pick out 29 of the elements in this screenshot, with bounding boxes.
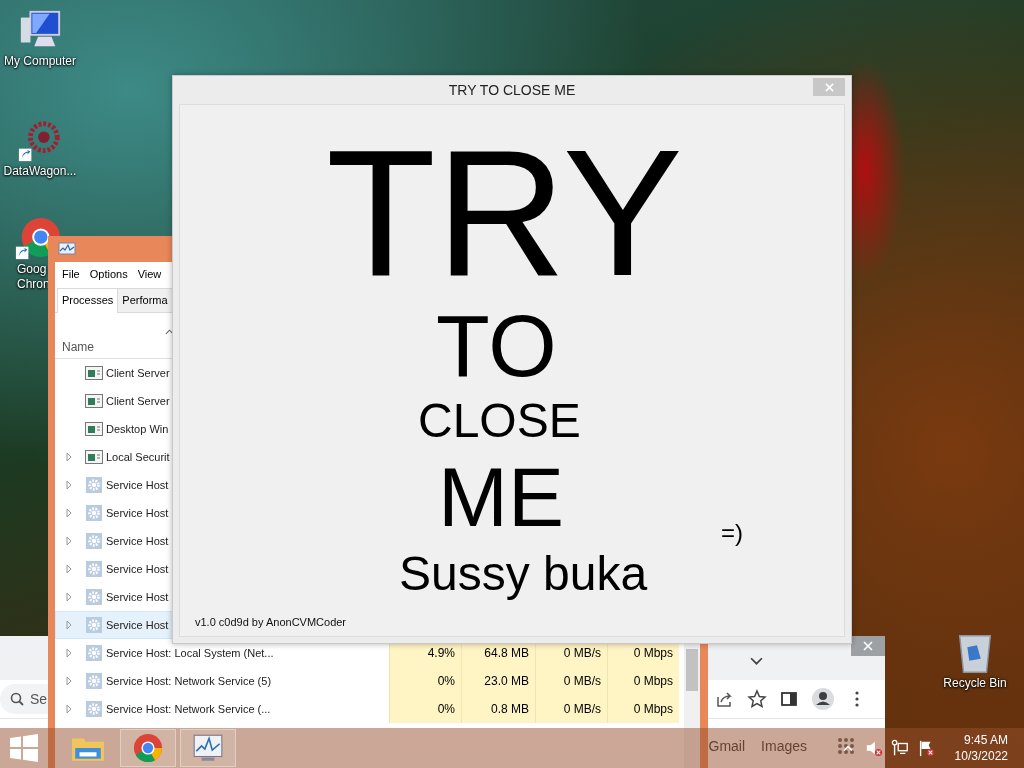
process-name: Service Host <box>106 563 169 575</box>
dialog-label: Sussy buka <box>399 550 648 598</box>
process-name: Client Server <box>106 395 170 407</box>
process-name: Service Host: Network Service (... <box>106 703 271 715</box>
version-label: v1.0 c0d9d by AnonCVMCoder <box>195 616 347 628</box>
process-name: Service Host: Local System (Net... <box>106 647 274 659</box>
dialog-label: ME <box>438 455 564 539</box>
process-name: Service Host: Network Service (5) <box>106 675 272 687</box>
memory-cell: 23.0 MB <box>461 667 535 695</box>
cpu-cell: 0% <box>389 667 461 695</box>
process-name: Service Host <box>106 479 169 491</box>
process-name: Service Host <box>106 535 169 547</box>
process-name: Service Host <box>106 591 169 603</box>
disk-cell: 0 MB/s <box>535 667 607 695</box>
disk-cell: 0 MB/s <box>535 695 607 723</box>
process-name: Service Host <box>106 619 169 631</box>
cpu-cell: 0% <box>389 695 461 723</box>
dialog-label: =) <box>721 521 743 545</box>
dialog-label: TRY <box>326 123 683 303</box>
process-name: Client Server <box>106 367 170 379</box>
window-title: TRY TO CLOSE ME <box>448 82 576 98</box>
network-cell: 0 Mbps <box>607 667 679 695</box>
memory-cell: 0.8 MB <box>461 695 535 723</box>
process-name: Service Host <box>106 507 169 519</box>
network-cell: 0 Mbps <box>607 695 679 723</box>
dialog-label: CLOSE <box>418 397 581 445</box>
process-name: Local Securit <box>106 451 170 463</box>
process-name: Desktop Win <box>106 423 169 435</box>
dialog-label: TO <box>436 302 557 390</box>
